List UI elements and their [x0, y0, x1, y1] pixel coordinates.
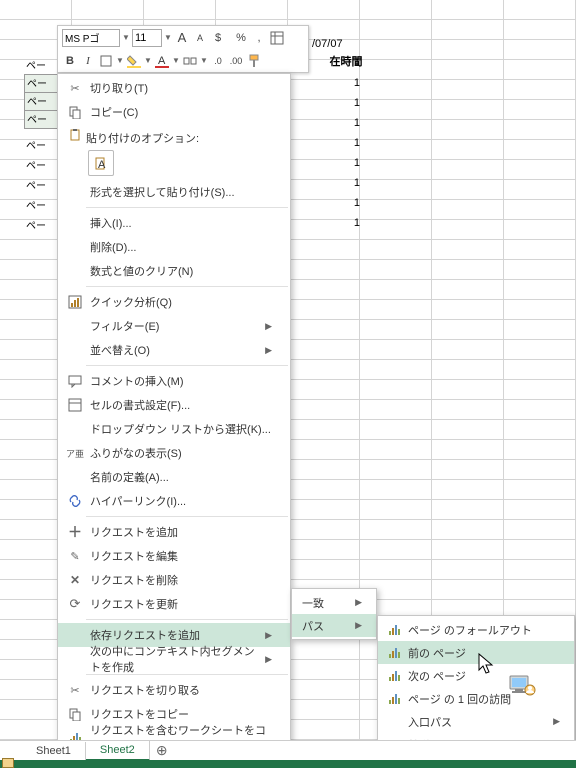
furigana-icon: ア亜 — [64, 447, 86, 460]
scissors-icon: ✂ — [64, 684, 86, 697]
chevron-right-icon: ▶ — [355, 597, 362, 608]
decrease-font-button[interactable]: A — [192, 29, 208, 47]
refresh-icon: ⟳ — [64, 596, 86, 612]
sheet-tabs: Sheet1 Sheet2 ⊕ — [0, 740, 576, 760]
format-painter-button[interactable] — [246, 52, 262, 70]
scissors-icon: ✂ — [64, 82, 86, 95]
copy-icon — [64, 707, 86, 721]
menu-sort[interactable]: 並べ替え(O)▶ — [58, 338, 290, 362]
status-bar — [0, 760, 576, 768]
comment-icon — [64, 374, 86, 388]
menu-filter[interactable]: フィルター(E)▶ — [58, 314, 290, 338]
menu-quick-analysis[interactable]: クイック分析(Q) — [58, 290, 290, 314]
comma-button[interactable]: , — [251, 29, 267, 47]
font-name-input[interactable] — [62, 29, 120, 47]
submenu-path-options: ページ のフォールアウト 前の ページ 次の ページ ページ の 1 回の訪問 … — [377, 615, 575, 759]
italic-button[interactable]: I — [80, 52, 96, 70]
tab-sheet1[interactable]: Sheet1 — [22, 742, 86, 760]
menu-insert-comment[interactable]: コメントの挿入(M) — [58, 369, 290, 393]
fill-color-button[interactable] — [126, 52, 142, 70]
menu-delete[interactable]: 削除(D)... — [58, 235, 290, 259]
increase-font-button[interactable]: A — [174, 29, 190, 47]
submenu-dependent: 一致▶ パス▶ — [291, 588, 377, 640]
bars-icon — [384, 694, 404, 704]
submenu-next-page[interactable]: 次の ページ — [378, 664, 574, 687]
chevron-down-icon[interactable]: ▼ — [144, 56, 152, 65]
menu-paste-special[interactable]: 形式を選択して貼り付け(S)... — [58, 180, 290, 204]
decimal-dec-button[interactable]: .00 — [228, 52, 244, 70]
chevron-right-icon: ▶ — [265, 321, 272, 332]
menu-edit-request[interactable]: ✎リクエストを編集 — [58, 544, 290, 568]
paste-options: A — [58, 148, 290, 180]
quick-analysis-icon — [64, 295, 86, 309]
paste-options-header: 貼り付けのオプション: — [58, 124, 290, 148]
menu-add-request[interactable]: ＋リクエストを追加 — [58, 520, 290, 544]
chevron-right-icon: ▶ — [553, 716, 560, 727]
submenu-page-fallout[interactable]: ページ のフォールアウト — [378, 618, 574, 641]
menu-define-name[interactable]: 名前の定義(A)... — [58, 465, 290, 489]
context-menu: ✂切り取り(T) コピー(C) 貼り付けのオプション: A 形式を選択して貼り付… — [57, 73, 291, 753]
border-button[interactable] — [98, 52, 114, 70]
link-icon — [64, 494, 86, 508]
format-cells-icon[interactable] — [269, 29, 285, 47]
plus-icon: ＋ — [64, 522, 86, 542]
submenu-prev-page[interactable]: 前の ページ — [378, 641, 574, 664]
mini-toolbar: ▼ ▼ A A $ % , B I ▼ ▼ A ▼ ▼ .0 .00 — [57, 25, 309, 73]
bars-icon — [384, 625, 404, 635]
tab-sheet2[interactable]: Sheet2 — [86, 741, 150, 761]
menu-cut-request[interactable]: ✂リクエストを切り取る — [58, 678, 290, 702]
menu-format-cells[interactable]: セルの書式設定(F)... — [58, 393, 290, 417]
format-cells-icon — [64, 398, 86, 412]
pencil-icon: ✎ — [64, 550, 86, 563]
font-size-input[interactable] — [132, 29, 162, 47]
bars-icon — [384, 671, 404, 681]
chevron-right-icon: ▶ — [265, 654, 272, 665]
menu-hyperlink[interactable]: ハイパーリンク(I)... — [58, 489, 290, 513]
menu-copy[interactable]: コピー(C) — [58, 100, 290, 124]
menu-clear[interactable]: 数式と値のクリア(N) — [58, 259, 290, 283]
chevron-right-icon: ▶ — [355, 620, 362, 631]
bold-button[interactable]: B — [62, 52, 78, 70]
chevron-down-icon[interactable]: ▼ — [164, 33, 172, 42]
chevron-right-icon: ▶ — [265, 630, 272, 641]
x-icon: ✕ — [64, 573, 86, 587]
bars-icon — [384, 648, 404, 658]
menu-create-context-segment[interactable]: 次の中にコンテキスト内セグメントを作成▶ — [58, 647, 290, 671]
menu-delete-request[interactable]: ✕リクエストを削除 — [58, 568, 290, 592]
computer-icon — [508, 674, 538, 701]
svg-text:A: A — [98, 159, 106, 171]
chevron-down-icon[interactable]: ▼ — [122, 33, 130, 42]
chevron-down-icon[interactable]: ▼ — [200, 56, 208, 65]
menu-cut[interactable]: ✂切り取り(T) — [58, 76, 290, 100]
data-column: 111 111 111 — [320, 57, 360, 237]
svg-text:A: A — [158, 55, 166, 67]
menu-insert[interactable]: 挿入(I)... — [58, 211, 290, 235]
merge-button[interactable] — [182, 52, 198, 70]
submenu-entry-path[interactable]: 入口パス▶ — [378, 710, 574, 733]
font-color-button[interactable]: A — [154, 52, 170, 70]
submenu-match[interactable]: 一致▶ — [292, 591, 376, 614]
chevron-right-icon: ▶ — [265, 345, 272, 356]
menu-dropdown-list[interactable]: ドロップダウン リストから選択(K)... — [58, 417, 290, 441]
decimal-inc-button[interactable]: .0 — [210, 52, 226, 70]
menu-furigana[interactable]: ア亜ふりがなの表示(S) — [58, 441, 290, 465]
copy-icon — [64, 105, 86, 119]
header-date: /07/07 — [312, 38, 343, 50]
chevron-down-icon[interactable]: ▼ — [116, 56, 124, 65]
menu-refresh-request[interactable]: ⟳リクエストを更新 — [58, 592, 290, 616]
submenu-one-visit[interactable]: ページ の 1 回の訪問 — [378, 687, 574, 710]
paste-option-a[interactable]: A — [88, 150, 114, 176]
add-sheet-button[interactable]: ⊕ — [150, 742, 174, 759]
record-macro-icon[interactable] — [2, 758, 14, 768]
chevron-down-icon[interactable]: ▼ — [172, 56, 180, 65]
submenu-path[interactable]: パス▶ — [292, 614, 376, 637]
currency-button[interactable]: $ — [210, 29, 226, 47]
percent-button[interactable]: % — [233, 29, 249, 47]
